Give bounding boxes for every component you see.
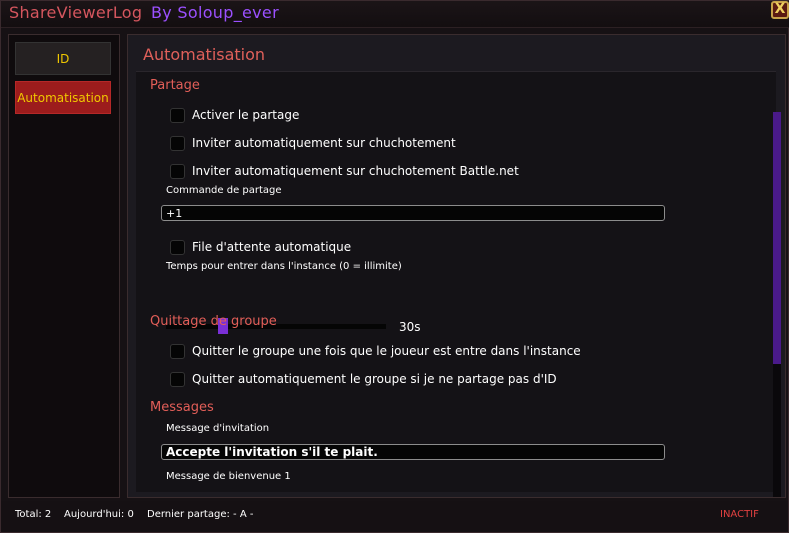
checkbox-label: Quitter le groupe une fois que le joueur… <box>192 344 581 358</box>
checkbox-box[interactable] <box>170 240 185 255</box>
section-heading-partage: Partage <box>150 78 200 93</box>
message-invitation-input[interactable] <box>161 444 665 460</box>
scroll-content: Partage Activer le partage Inviter autom… <box>136 71 781 497</box>
message-bienvenue-label: Message de bienvenue 1 <box>166 471 291 482</box>
checkbox-label: Quitter automatiquement le groupe si je … <box>192 372 557 386</box>
close-button[interactable]: X <box>771 1 789 19</box>
close-icon: X <box>774 1 786 17</box>
status-state-badge: INACTIF <box>720 509 759 520</box>
checkbox-box[interactable] <box>170 108 185 123</box>
checkbox-box[interactable] <box>170 344 185 359</box>
checkbox-label: Inviter automatiquement sur chuchotement… <box>192 164 519 178</box>
checkbox-box[interactable] <box>170 136 185 151</box>
sidebar-item-automatisation[interactable]: Automatisation <box>15 81 111 114</box>
commande-input[interactable] <box>161 205 665 221</box>
checkbox-label: File d'attente automatique <box>192 240 352 254</box>
scrollbar-thumb[interactable] <box>773 112 781 364</box>
checkbox-box[interactable] <box>170 164 185 179</box>
page-title: Automatisation <box>143 45 266 64</box>
sidebar-item-id[interactable]: ID <box>15 42 111 75</box>
section-heading-quittage: Quittage de groupe <box>150 314 277 329</box>
checkbox-label: Activer le partage <box>192 108 300 122</box>
status-total: Total: 2 <box>15 509 52 520</box>
temps-label: Temps pour entrer dans l'instance (0 = i… <box>166 261 402 272</box>
author-title: By Soloup_ever <box>151 3 279 22</box>
checkbox-label: Inviter automatiquement sur chuchotement <box>192 136 456 150</box>
temps-slider-value: 30s <box>399 320 421 334</box>
section-heading-messages: Messages <box>150 400 214 415</box>
commande-label: Commande de partage <box>166 185 282 196</box>
message-invitation-label: Message d'invitation <box>166 423 270 434</box>
status-aujourdhui: Aujourd'hui: 0 <box>64 509 134 520</box>
vertical-scrollbar[interactable] <box>773 112 781 497</box>
main-panel: Automatisation Partage Activer le partag… <box>127 34 786 498</box>
status-bar: Total: 2 Aujourd'hui: 0 Dernier partage:… <box>1 501 788 532</box>
title-bar[interactable]: ShareViewerLog By Soloup_ever X <box>1 1 789 28</box>
addon-window: ShareViewerLog By Soloup_ever X ID Autom… <box>0 0 789 533</box>
checkbox-box[interactable] <box>170 372 185 387</box>
sidebar: ID Automatisation <box>8 34 120 498</box>
status-dernier-partage: Dernier partage: - A - <box>147 509 254 520</box>
app-title: ShareViewerLog <box>9 3 143 22</box>
